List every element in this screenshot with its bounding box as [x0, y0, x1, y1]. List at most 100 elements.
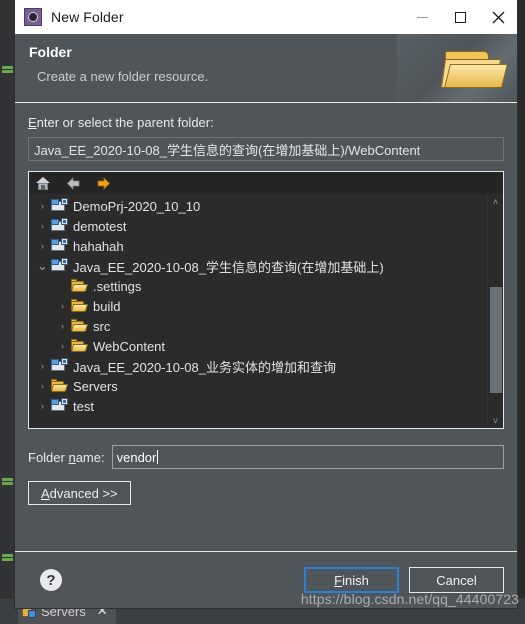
- folder-name-row: Folder name: vendor: [28, 445, 504, 469]
- project-overlay: [61, 258, 68, 265]
- project-icon: [50, 198, 68, 214]
- chevron-right-icon[interactable]: ›: [55, 341, 70, 351]
- project-overlay: [61, 358, 68, 365]
- forward-arrow-icon[interactable]: [95, 175, 112, 192]
- tree-row-label: src: [93, 318, 111, 334]
- tree-item-list[interactable]: › DemoPrj-2020_10_10 › demotest › hahahah ⌄ Jav…: [29, 194, 487, 428]
- tree-row-label: WebContent: [93, 338, 166, 354]
- minimize-button[interactable]: [403, 0, 441, 34]
- folder-front-shape: [50, 384, 69, 392]
- tree-scrollbar[interactable]: ˄ ˅: [487, 194, 503, 428]
- finish-button[interactable]: Finish: [304, 567, 399, 593]
- tree-row-label: test: [73, 398, 94, 414]
- parent-folder-label-mnemonic: E: [28, 115, 37, 130]
- footer-buttons: Finish Cancel: [304, 567, 504, 593]
- tree-row[interactable]: › src: [29, 316, 487, 336]
- advanced-label-rest: dvanced >>: [49, 485, 118, 501]
- scrollbar-thumb[interactable]: [489, 286, 502, 393]
- tree-row[interactable]: ›.settings: [29, 276, 487, 296]
- project-overlay: [61, 238, 68, 245]
- back-arrow-glyph: [66, 176, 80, 190]
- folder-name-label: Folder name:: [28, 450, 105, 465]
- chevron-right-icon[interactable]: ›: [35, 201, 50, 211]
- chevron-right-icon[interactable]: ›: [35, 241, 50, 251]
- new-folder-dialog: New Folder Folder Create a new folder re…: [15, 0, 519, 608]
- parent-folder-input[interactable]: Java_EE_2020-10-08_学生信息的查询(在增加基础上)/WebCo…: [28, 137, 504, 161]
- advanced-label-mnemonic: A: [41, 485, 50, 501]
- tree-row[interactable]: › Java_EE_2020-10-08_业务实体的增加和查询: [29, 356, 487, 376]
- folder-name-label-prefix: Folder: [28, 449, 69, 465]
- gutter-marker: [2, 554, 13, 557]
- tree-row[interactable]: › WebContent: [29, 336, 487, 356]
- folder-front-shape: [70, 324, 89, 332]
- chevron-right-icon[interactable]: ›: [35, 221, 50, 231]
- watermark-text: https://blog.csdn.net/qq_44400723: [300, 591, 519, 607]
- project-overlay: [61, 198, 68, 205]
- chevron-right-icon[interactable]: ›: [35, 401, 50, 411]
- tree-row[interactable]: › hahahah: [29, 236, 487, 256]
- parent-folder-label: Enter or select the parent folder:: [28, 115, 504, 130]
- project-icon: [50, 358, 68, 374]
- gutter-marker: [2, 70, 13, 73]
- project-icon: [50, 218, 68, 234]
- maximize-button[interactable]: [441, 0, 479, 34]
- project-badge: [51, 359, 59, 365]
- close-button[interactable]: [479, 0, 517, 34]
- folder-icon: [50, 378, 69, 394]
- header-subtitle: Create a new folder resource.: [37, 69, 209, 84]
- cancel-button[interactable]: Cancel: [409, 567, 504, 593]
- project-overlay: [61, 398, 68, 405]
- dialog-header: Folder Create a new folder resource.: [15, 34, 517, 103]
- back-arrow-icon[interactable]: [65, 175, 82, 192]
- gutter-marker: [2, 478, 13, 481]
- window-controls: [403, 0, 517, 34]
- tree-row-label: DemoPrj-2020_10_10: [73, 198, 201, 214]
- tree-row-label: build: [93, 298, 121, 314]
- header-title: Folder: [29, 44, 72, 60]
- text-caret: [157, 450, 159, 464]
- tree-toolbar: [29, 172, 503, 194]
- scroll-up-icon[interactable]: ˄: [488, 194, 503, 209]
- project-badge: [51, 199, 59, 205]
- tree-row-label: Java_EE_2020-10-08_学生信息的查询(在增加基础上): [73, 259, 384, 275]
- forward-arrow-glyph: [97, 176, 111, 190]
- tree-row[interactable]: › demotest: [29, 216, 487, 236]
- scroll-down-icon[interactable]: ˅: [488, 413, 503, 428]
- folder-front-shape: [70, 304, 89, 312]
- tree-row[interactable]: › test: [29, 396, 487, 416]
- chevron-right-icon[interactable]: ›: [55, 321, 70, 331]
- help-icon[interactable]: ?: [40, 569, 62, 591]
- tree-row[interactable]: › DemoPrj-2020_10_10: [29, 196, 487, 216]
- tree-row[interactable]: ⌄ Java_EE_2020-10-08_学生信息的查询(在增加基础上): [29, 256, 487, 276]
- chevron-down-icon[interactable]: ⌄: [35, 259, 50, 272]
- minimize-icon: [416, 16, 428, 18]
- project-icon: [50, 258, 68, 274]
- eclipse-wizard-icon: [24, 8, 42, 26]
- chevron-right-icon[interactable]: ›: [55, 301, 70, 311]
- project-icon: [50, 238, 68, 254]
- project-badge: [51, 239, 59, 245]
- tree-row-label: Java_EE_2020-10-08_业务实体的增加和查询: [73, 359, 336, 375]
- parent-folder-value: Java_EE_2020-10-08_学生信息的查询(在增加基础上)/WebCo…: [34, 142, 421, 158]
- gutter-marker: [2, 482, 13, 485]
- chevron-right-icon[interactable]: ›: [35, 381, 50, 391]
- scrollbar-track[interactable]: [489, 209, 502, 413]
- folder-icon: [70, 278, 89, 294]
- finish-label-rest: inish: [342, 572, 369, 588]
- folder-front: [444, 64, 508, 88]
- folder-icon: [70, 338, 89, 354]
- folder-name-label-mnemonic: n: [68, 449, 76, 465]
- folder-name-input[interactable]: vendor: [111, 445, 504, 469]
- gutter-marker: [2, 66, 13, 69]
- advanced-button[interactable]: Advanced >>: [28, 481, 131, 505]
- folder-name-label-suffix: ame:: [75, 449, 105, 465]
- tree-row-label: hahahah: [73, 238, 124, 254]
- home-icon[interactable]: [35, 175, 52, 192]
- chevron-right-icon[interactable]: ›: [35, 361, 50, 371]
- tree-row[interactable]: › Servers: [29, 376, 487, 396]
- project-badge: [51, 219, 59, 225]
- dialog-titlebar: New Folder: [15, 0, 517, 34]
- tree-row[interactable]: › build: [29, 296, 487, 316]
- tree-row-label: .settings: [93, 278, 142, 294]
- folder-name-value: vendor: [116, 449, 157, 465]
